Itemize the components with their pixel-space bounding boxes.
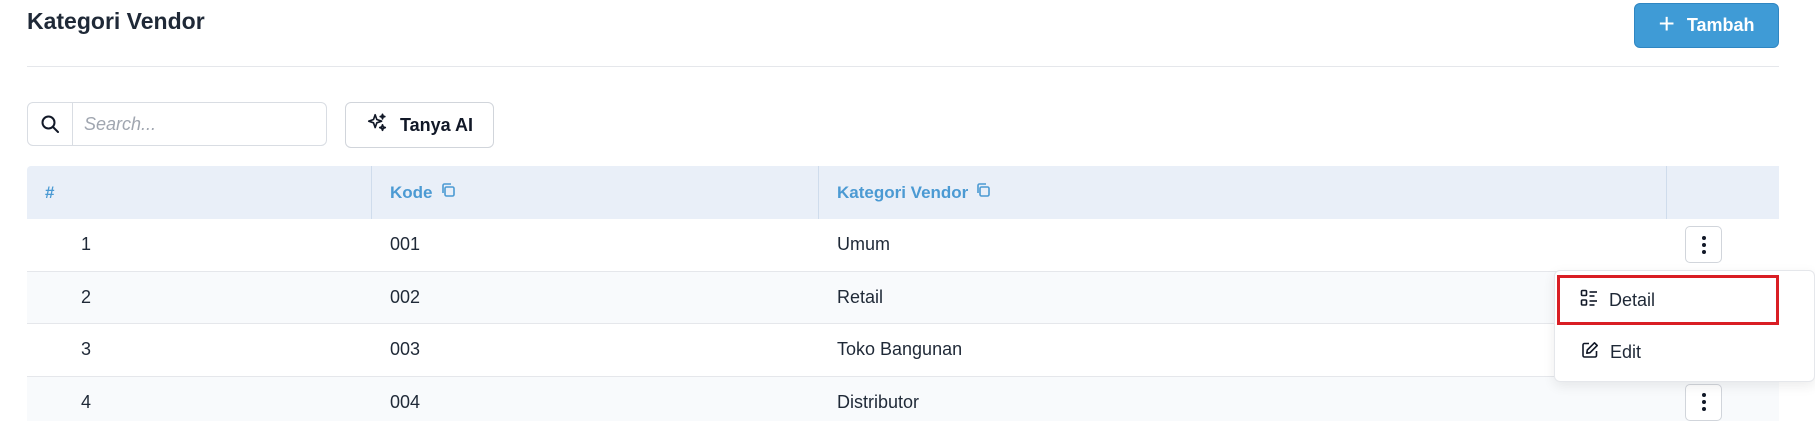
menu-item-detail[interactable]: Detail (1557, 275, 1779, 325)
vendor-category-table: # Kode Kategori Vendor 1 001 Umum 2 002 … (27, 166, 1779, 421)
row-code: 002 (390, 286, 421, 307)
search-icon[interactable] (28, 103, 73, 145)
add-button-label: Tambah (1686, 15, 1755, 35)
row-actions-button[interactable] (1685, 383, 1722, 421)
row-vendor-category: Retail (837, 286, 884, 307)
table-row[interactable]: 2 002 Retail (27, 271, 1779, 324)
table-row[interactable]: 4 004 Distributor (27, 376, 1779, 421)
menu-item-label: Detail (1609, 289, 1656, 310)
copy-icon[interactable] (440, 182, 456, 203)
column-header-vendor-category[interactable]: Kategori Vendor (819, 166, 1667, 219)
edit-icon (1581, 341, 1599, 364)
table-header: # Kode Kategori Vendor (27, 166, 1779, 219)
column-header-code[interactable]: Kode (372, 166, 819, 219)
plus-icon: + (1658, 8, 1675, 39)
column-header-number[interactable]: # (27, 166, 372, 219)
ask-ai-label: Tanya AI (399, 114, 474, 135)
row-vendor-category: Distributor (837, 391, 920, 412)
search-box (27, 102, 327, 146)
menu-item-edit[interactable]: Edit (1555, 329, 1814, 375)
table-row[interactable]: 3 003 Toko Bangunan (27, 324, 1779, 377)
row-number: 3 (81, 339, 92, 360)
row-actions-button[interactable] (1685, 226, 1722, 264)
add-button[interactable]: + Tambah (1634, 3, 1779, 48)
page-title: Kategori Vendor (27, 8, 205, 34)
ask-ai-button[interactable]: Tanya AI (345, 102, 494, 148)
list-details-icon (1580, 289, 1598, 312)
row-code: 003 (390, 339, 421, 360)
table-row[interactable]: 1 001 Umum (27, 219, 1779, 272)
search-input[interactable] (73, 103, 326, 145)
menu-item-label: Edit (1610, 341, 1642, 362)
copy-icon[interactable] (975, 182, 991, 203)
more-vertical-icon (1701, 393, 1706, 412)
header-divider (27, 66, 1779, 67)
sparkle-icon (366, 112, 388, 139)
row-vendor-category: Toko Bangunan (837, 339, 963, 360)
row-vendor-category: Umum (837, 234, 890, 255)
row-number: 4 (81, 391, 92, 412)
row-actions-menu: Detail Edit (1554, 270, 1815, 382)
row-number: 1 (81, 234, 92, 255)
row-number: 2 (81, 286, 92, 307)
more-vertical-icon (1701, 235, 1706, 254)
column-header-actions (1667, 166, 1779, 219)
row-code: 004 (390, 391, 421, 412)
row-code: 001 (390, 234, 421, 255)
